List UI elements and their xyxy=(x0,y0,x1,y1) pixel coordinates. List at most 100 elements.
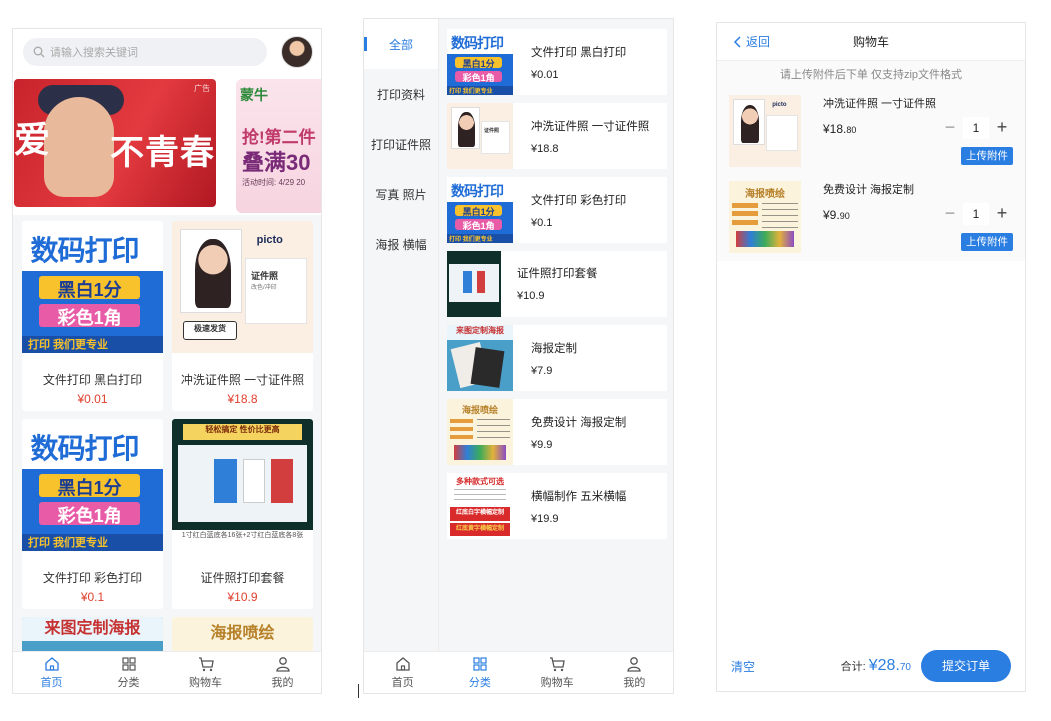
cart-footer: 清空 合计: ¥28.70 提交订单 xyxy=(717,641,1025,691)
product-image: picto 证件照 改色/冲印 极速发货 xyxy=(172,221,313,353)
sidebar-item-photos[interactable]: 写真 照片 xyxy=(364,169,438,219)
upload-attachment-button[interactable]: 上传附件 xyxy=(961,147,1013,165)
product-thumb xyxy=(447,251,501,317)
list-item[interactable]: 来图定制海报 海报定制 ¥7.9 xyxy=(447,325,667,391)
clear-cart-button[interactable]: 清空 xyxy=(731,658,755,675)
home-header: 请输入搜索关键词 xyxy=(13,29,321,75)
product-name: 证件照打印套餐 xyxy=(200,571,285,585)
user-icon xyxy=(627,657,642,672)
text-cursor xyxy=(358,684,359,698)
product-price: ¥18.8 xyxy=(227,392,258,406)
chevron-left-icon xyxy=(733,35,741,48)
product-card[interactable]: 数码打印 黑白1分 彩色1角 打印 我们更专业 文件打印 彩色打印 ¥0.1 xyxy=(22,419,163,609)
list-item[interactable]: 数码打印 黑白1分 彩色1角 打印 我们更专业 文件打印 彩色打印 ¥0.1 xyxy=(447,177,667,243)
item-name: 文件打印 彩色打印 xyxy=(531,194,627,207)
item-price: ¥10.9 xyxy=(517,290,545,302)
home-icon xyxy=(395,657,410,671)
product-thumb: picto xyxy=(729,95,801,167)
tab-bar: 首页 分类 购物车 我的 xyxy=(13,651,321,693)
tab-home[interactable]: 首页 xyxy=(13,652,90,693)
sidebar-item-id-photo[interactable]: 打印证件照 xyxy=(364,119,438,169)
tab-cart[interactable]: 购物车 xyxy=(167,652,244,693)
upload-attachment-button[interactable]: 上传附件 xyxy=(961,233,1013,251)
product-price: ¥0.1 xyxy=(80,590,105,604)
banner2-brand: 蒙牛 xyxy=(240,87,268,103)
plus-button[interactable]: + xyxy=(991,203,1013,225)
product-thumb: 数码打印 黑白1分 彩色1角 打印 我们更专业 xyxy=(447,177,513,243)
product-price: ¥0.01 xyxy=(77,392,108,406)
ad-tag: 广告 xyxy=(194,84,210,93)
product-list: 数码打印 黑白1分 彩色1角 打印 我们更专业 文件打印 黑白打印 ¥0.01 证… xyxy=(447,29,667,547)
list-item[interactable]: 数码打印 黑白1分 彩色1角 打印 我们更专业 文件打印 黑白打印 ¥0.01 xyxy=(447,29,667,95)
item-name: 免费设计 海报定制 xyxy=(823,184,915,196)
quantity-stepper: − 1 + xyxy=(939,203,1013,225)
product-image: 数码打印 黑白1分 彩色1角 打印 我们更专业 xyxy=(22,419,163,551)
cart-icon xyxy=(550,657,565,672)
item-name: 横幅制作 五米横幅 xyxy=(531,490,627,503)
sidebar-item-all[interactable]: 全部 xyxy=(364,19,438,69)
banner-ad-1[interactable]: 爱 不青春 广告 xyxy=(14,79,216,207)
banner-text-2: 不青春 xyxy=(110,133,215,173)
home-icon xyxy=(44,657,59,671)
tab-bar: 首页 分类 购物车 我的 xyxy=(364,651,673,693)
product-thumb: 数码打印 黑白1分 彩色1角 打印 我们更专业 xyxy=(447,29,513,95)
banner2-line3: 活动时间: 4/29 20 xyxy=(242,178,306,187)
product-thumb: 多种款式可选 红底白字横幅定制 红底黄字横幅定制 xyxy=(447,473,513,539)
item-name: 免费设计 海报定制 xyxy=(531,416,627,429)
list-item[interactable]: 海报喷绘 免费设计 海报定制 ¥9.9 xyxy=(447,399,667,465)
category-screen: 全部 打印资料 打印证件照 写真 照片 海报 横幅 数码打印 黑白1分 彩色1角… xyxy=(363,18,674,694)
banner-carousel[interactable]: 爱 不青春 广告 蒙牛 抢!第二件 叠满30 活动时间: 4/29 20 xyxy=(13,75,321,215)
submit-order-button[interactable]: 提交订单 xyxy=(921,650,1011,682)
upload-notice: 请上传附件后下单 仅支持zip文件格式 xyxy=(717,61,1025,89)
item-name: 海报定制 xyxy=(531,342,577,355)
product-name: 冲洗证件照 一寸证件照 xyxy=(180,373,305,387)
quantity-value[interactable]: 1 xyxy=(963,117,989,139)
item-price: ¥18.8 xyxy=(531,142,559,155)
plus-button[interactable]: + xyxy=(991,117,1013,139)
item-name: 冲洗证件照 一寸证件照 xyxy=(531,120,650,133)
item-name: 冲洗证件照 一寸证件照 xyxy=(823,98,937,110)
tab-category[interactable]: 分类 xyxy=(441,652,518,693)
tab-cart[interactable]: 购物车 xyxy=(519,652,596,693)
tab-home[interactable]: 首页 xyxy=(364,652,441,693)
back-button[interactable]: 返回 xyxy=(733,33,770,50)
banner-ad-2[interactable]: 蒙牛 抢!第二件 叠满30 活动时间: 4/29 20 xyxy=(236,79,321,213)
product-name: 文件打印 黑白打印 xyxy=(42,373,143,387)
page-title: 购物车 xyxy=(852,35,889,49)
list-item[interactable]: 证件照打印套餐 ¥10.9 xyxy=(447,251,667,317)
minus-button[interactable]: − xyxy=(939,203,961,225)
tab-mine[interactable]: 我的 xyxy=(596,652,673,693)
product-image: 轻松搞定 性价比更高 1寸红白蓝底各16张+2寸红白蓝底各8张 xyxy=(172,419,313,551)
item-price: ¥9.9 xyxy=(531,438,553,451)
quantity-value[interactable]: 1 xyxy=(963,203,989,225)
tab-mine[interactable]: 我的 xyxy=(244,652,321,693)
sidebar-item-documents[interactable]: 打印资料 xyxy=(364,69,438,119)
sidebar-item-posters[interactable]: 海报 横幅 xyxy=(364,219,438,269)
search-input[interactable]: 请输入搜索关键词 xyxy=(23,38,267,66)
nav-bar: 返回 购物车 xyxy=(717,23,1025,61)
grid-icon xyxy=(473,657,487,671)
cart-item: picto 冲洗证件照 一寸证件照 ¥18.80 − 1 + 上传附件 xyxy=(717,89,1025,175)
list-item[interactable]: 多种款式可选 红底白字横幅定制 红底黄字横幅定制 横幅制作 五米横幅 ¥19.9 xyxy=(447,473,667,539)
product-thumb: 海报喷绘 xyxy=(729,181,801,253)
product-card[interactable]: 数码打印 黑白1分 彩色1角 打印 我们更专业 文件打印 黑白打印 ¥0.01 xyxy=(22,221,163,411)
item-name: 文件打印 黑白打印 xyxy=(531,46,627,59)
product-thumb: 来图定制海报 xyxy=(447,325,513,391)
product-card[interactable]: 轻松搞定 性价比更高 1寸红白蓝底各16张+2寸红白蓝底各8张 证件照打印套餐 … xyxy=(172,419,313,609)
list-item[interactable]: 证件照 冲洗证件照 一寸证件照 ¥18.8 xyxy=(447,103,667,169)
cart-total: 合计: ¥28.70 xyxy=(840,657,911,674)
avatar[interactable] xyxy=(281,36,313,68)
product-price: ¥10.9 xyxy=(227,590,258,604)
search-icon xyxy=(33,46,45,58)
category-sidebar: 全部 打印资料 打印证件照 写真 照片 海报 横幅 xyxy=(364,19,439,651)
grid-icon xyxy=(121,657,136,671)
item-price: ¥0.01 xyxy=(531,68,559,81)
product-card[interactable]: picto 证件照 改色/冲印 极速发货 冲洗证件照 一寸证件照 ¥18.8 xyxy=(172,221,313,411)
banner-text-1: 爱 xyxy=(14,119,51,161)
item-name: 证件照打印套餐 xyxy=(517,268,598,280)
cart-item: 海报喷绘 免费设计 海报定制 ¥9.90 − 1 + 上传附件 xyxy=(717,175,1025,261)
minus-button[interactable]: − xyxy=(939,117,961,139)
product-grid: 数码打印 黑白1分 彩色1角 打印 我们更专业 文件打印 黑白打印 ¥0.01 … xyxy=(13,215,321,657)
item-price: ¥7.9 xyxy=(531,364,553,377)
tab-category[interactable]: 分类 xyxy=(90,652,167,693)
